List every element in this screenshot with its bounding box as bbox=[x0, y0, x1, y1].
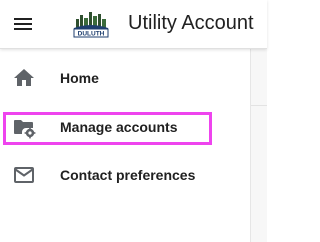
sidebar-item-manage-accounts[interactable]: Manage accounts bbox=[0, 103, 250, 151]
divider bbox=[251, 105, 267, 106]
sidebar-item-contact-preferences[interactable]: Contact preferences bbox=[0, 151, 250, 199]
folder-settings-icon bbox=[12, 115, 36, 139]
sidebar-item-label: Contact preferences bbox=[60, 167, 196, 183]
sidebar-item-label: Manage accounts bbox=[60, 119, 178, 135]
sidebar-nav: Home Manage accounts Contact preferences bbox=[0, 49, 251, 242]
home-icon bbox=[12, 66, 36, 90]
main-content-edge bbox=[251, 49, 267, 242]
app-header: DULUTH Utility Account bbox=[0, 0, 267, 49]
mail-icon bbox=[12, 163, 36, 187]
hamburger-menu-icon[interactable] bbox=[10, 11, 36, 37]
sidebar-item-home[interactable]: Home bbox=[0, 54, 250, 102]
duluth-logo[interactable]: DULUTH bbox=[73, 9, 109, 39]
page-title: Utility Account bbox=[128, 12, 254, 34]
svg-text:DULUTH: DULUTH bbox=[78, 31, 105, 38]
sidebar-item-label: Home bbox=[60, 70, 99, 86]
